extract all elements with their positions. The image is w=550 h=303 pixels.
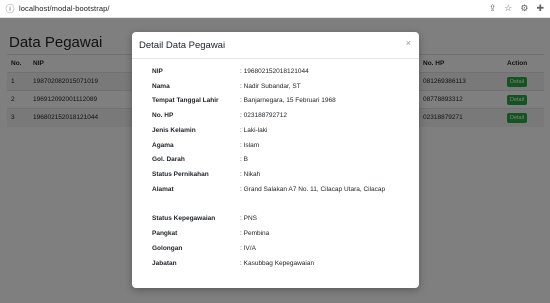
detail-label: Jabatan [152, 260, 177, 267]
extension-icon[interactable]: ⚙ [520, 3, 528, 14]
detail-value: 196802152018121044 [240, 68, 309, 75]
info-icon[interactable]: ⓘ [5, 4, 15, 14]
detail-label: Golongan [152, 245, 183, 252]
detail-label: Agama [152, 142, 174, 149]
browser-actions: ⇪ ☆ ⚙ ✚ [489, 3, 544, 14]
detail-row-pangkat: Pangkat Pembina [152, 230, 412, 240]
detail-label: Tempat Tanggal Lahir [152, 97, 219, 104]
detail-row-ttl: Tempat Tanggal Lahir Banjarnegara, 15 Feb… [152, 97, 412, 107]
detail-value: Kasubbag Kepegawaian [240, 260, 314, 267]
detail-label: Nama [152, 83, 170, 90]
detail-value: Laki-laki [240, 127, 268, 134]
detail-label: Alamat [152, 186, 174, 193]
detail-modal: Detail Data Pegawai × NIP 196802152018121… [132, 32, 419, 288]
detail-label: NIP [152, 68, 163, 75]
detail-label: No. HP [152, 112, 174, 119]
url-text[interactable]: localhost/modal-bootstrap/ [19, 4, 110, 13]
close-icon[interactable]: × [406, 38, 411, 48]
puzzle-icon[interactable]: ✚ [536, 3, 544, 14]
detail-row-alamat: Alamat Grand Salakan A7 No. 11, Cilacap U… [152, 186, 412, 196]
star-icon[interactable]: ☆ [504, 3, 512, 14]
detail-value: Islam [240, 142, 260, 149]
share-icon[interactable]: ⇪ [489, 3, 497, 14]
detail-row-hp: No. HP 023188792712 [152, 112, 412, 122]
detail-row-jabatan: Jabatan Kasubbag Kepegawaian [152, 260, 412, 270]
detail-label: Pangkat [152, 230, 178, 237]
detail-row-pernikahan: Status Pernikahan Nikah [152, 171, 412, 181]
detail-row-agama: Agama Islam [152, 142, 412, 152]
detail-value: Banjarnegara, 15 Februari 1968 [240, 97, 336, 104]
detail-value: PNS [240, 215, 257, 222]
detail-row-nama: Nama Nadir Subandar, ST [152, 83, 412, 93]
detail-label: Status Pernikahan [152, 171, 209, 178]
detail-value: B [240, 156, 248, 163]
detail-label: Gol. Darah [152, 156, 185, 163]
browser-address-bar[interactable]: ⓘ localhost/modal-bootstrap/ ⇪ ☆ ⚙ ✚ [0, 0, 550, 18]
detail-value: 023188792712 [240, 112, 287, 119]
detail-value: IV/A [240, 245, 256, 252]
detail-row-goldarah: Gol. Darah B [152, 156, 412, 166]
detail-value: Nadir Subandar, ST [240, 83, 301, 90]
detail-label: Jenis Kelamin [152, 127, 196, 134]
detail-row-jk: Jenis Kelamin Laki-laki [152, 127, 412, 137]
detail-value: Nikah [240, 171, 261, 178]
detail-value: Grand Salakan A7 No. 11, Cilacap Utara, … [240, 186, 386, 193]
modal-title: Detail Data Pegawai [139, 40, 226, 51]
detail-row-nip: NIP 196802152018121044 [152, 68, 412, 78]
detail-label: Status Kepegawaian [152, 215, 216, 222]
detail-row-golongan: Golongan IV/A [152, 245, 412, 255]
detail-value: Pembina [240, 230, 270, 237]
detail-row-status: Status Kepegawaian PNS [152, 215, 412, 225]
modal-header: Detail Data Pegawai × [132, 32, 419, 59]
